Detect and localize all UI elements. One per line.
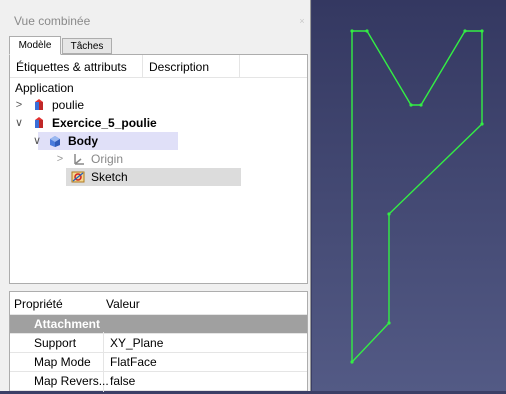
tree-item-label: Body [68,134,98,148]
tree-root-label: Application [15,81,74,95]
part-icon [32,98,46,112]
tree-item-label: Origin [91,152,124,166]
tree-item-body[interactable]: ∨ Body [33,132,178,150]
property-name: Map Mode [34,355,91,369]
close-icon[interactable]: × [295,14,309,28]
chevron-down-icon[interactable]: ∨ [14,114,24,132]
sketch-profile [351,30,483,364]
tree-item-label: poulie [52,98,85,112]
tree-item-exercice[interactable]: ∨ Exercice_5_poulie [10,114,307,132]
sketch-icon [71,170,85,184]
origin-icon [72,152,86,166]
property-name: Support [34,336,77,350]
tree-item-origin[interactable]: > Origin [10,150,307,168]
tree-item-label: Exercice_5_poulie [52,116,157,130]
column-header-labels[interactable]: Étiquettes & attributs [16,60,127,74]
body-icon [48,134,62,148]
part-icon [32,116,46,130]
property-editor: Propriété Valeur Attachment Support XY_P… [9,291,308,392]
3d-viewport[interactable] [312,0,506,391]
tree-item-label: Sketch [91,170,128,184]
tab-model[interactable]: Modèle [9,36,61,55]
tree-header: Étiquettes & attributs Description [10,55,307,78]
tree-item-sketch[interactable]: Sketch [66,168,241,186]
column-header-value[interactable]: Valeur [106,297,140,311]
chevron-right-icon[interactable]: > [14,96,24,114]
property-row-map-reversed[interactable]: Map Revers... false [10,372,307,391]
property-name: Map Revers... [34,374,109,388]
combined-view-panel: Vue combinée × Modèle Tâches Étiquettes … [0,0,311,392]
tree-item-poulie[interactable]: > poulie [10,96,307,114]
column-divider[interactable] [142,55,143,77]
column-header-description[interactable]: Description [149,60,209,74]
property-row-map-mode[interactable]: Map Mode FlatFace [10,353,307,372]
property-row-support[interactable]: Support XY_Plane [10,334,307,353]
sketch-geometry[interactable] [312,0,506,391]
property-group-attachment[interactable]: Attachment [10,315,307,334]
property-group-label: Attachment [34,317,101,331]
tree-view: Étiquettes & attributs Description Appli… [9,54,308,284]
property-value[interactable]: false [110,372,135,390]
property-value[interactable]: FlatFace [110,353,157,371]
property-header: Propriété Valeur [10,292,307,315]
tab-tasks[interactable]: Tâches [62,38,112,54]
chevron-right-icon[interactable]: > [55,150,65,168]
chevron-down-icon[interactable]: ∨ [32,132,42,150]
panel-title: Vue combinée [14,14,91,28]
column-divider[interactable] [239,55,240,77]
column-header-property[interactable]: Propriété [14,297,63,311]
sketch-vertices [350,29,484,364]
property-value[interactable]: XY_Plane [110,334,163,352]
